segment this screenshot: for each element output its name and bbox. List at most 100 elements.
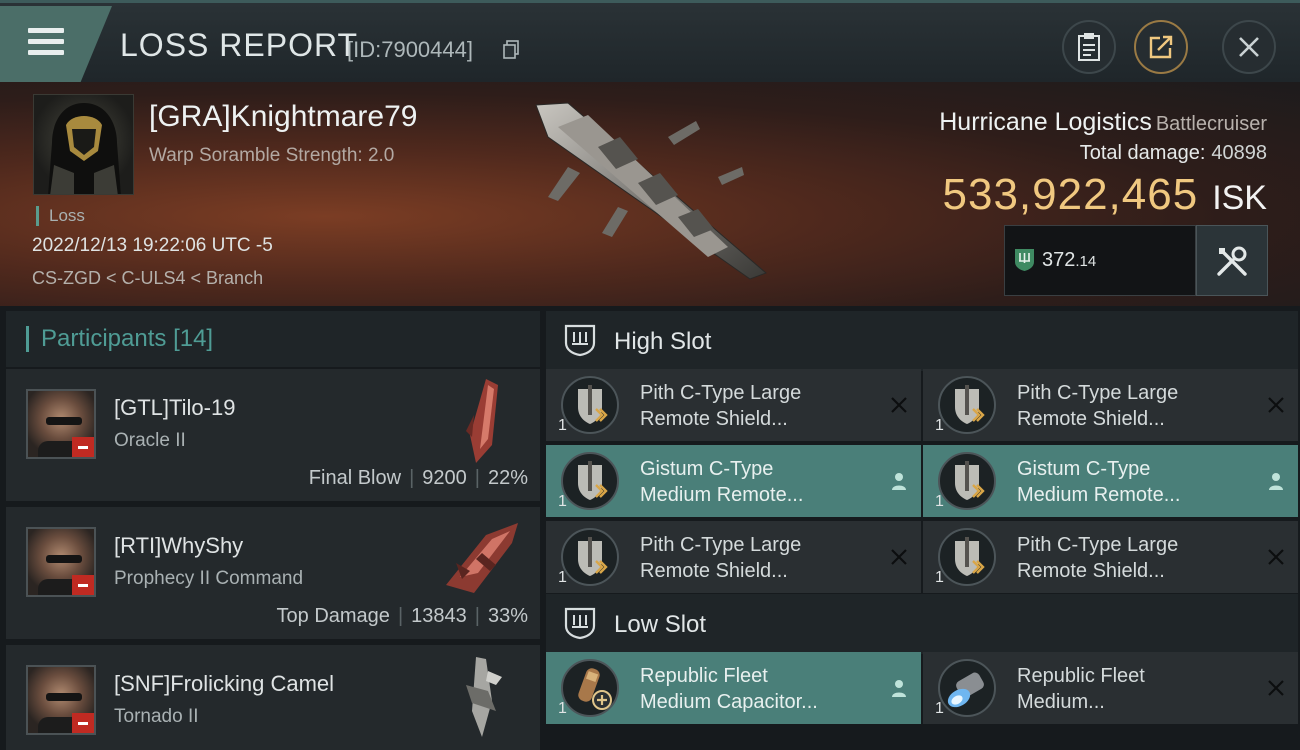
participant-portrait	[26, 665, 96, 735]
participant-name: [RTI]WhyShy	[114, 533, 244, 558]
participants-header[interactable]: Participants [14]	[6, 311, 540, 367]
participants-label: Participants	[41, 325, 167, 352]
ship-name: Hurricane Logistics	[939, 108, 1152, 136]
ship-class: Battlecruiser	[1155, 113, 1267, 135]
destroyed-x-icon	[1268, 549, 1284, 565]
share-icon	[1149, 35, 1173, 59]
victim-ship[interactable]: Hurricane Logistics Battlecruiser	[939, 108, 1267, 137]
helmet-portrait-icon	[48, 103, 121, 194]
share-button[interactable]	[1134, 20, 1188, 74]
shield-transfer-module-icon	[561, 376, 619, 434]
isk-value: 533,922,465 ISK	[943, 170, 1268, 220]
module-name-line1: Pith C-Type Large	[640, 534, 802, 556]
participant-ship: Tornado II	[114, 706, 199, 727]
module-item[interactable]: 1 Gistum C-Type Medium Remote...	[923, 445, 1298, 517]
module-qty: 1	[558, 493, 567, 510]
participant-name: [SNF]Frolicking Camel	[114, 671, 335, 696]
minus-icon	[72, 575, 94, 595]
total-damage-label: Total damage:	[1079, 142, 1206, 164]
destroyed-x-icon	[891, 397, 907, 413]
victim-portrait	[33, 94, 134, 195]
module-item[interactable]: 1 Gistum C-Type Medium Remote...	[546, 445, 921, 517]
loss-datetime: 2022/12/13 19:22:06 UTC -5	[32, 235, 273, 256]
shield-transfer-module-icon	[938, 452, 996, 510]
high-slot-title: High Slot	[614, 328, 712, 355]
module-item[interactable]: 1 Republic Fleet Medium...	[923, 652, 1298, 724]
module-qty: 1	[558, 569, 567, 586]
participant-ship-image	[446, 523, 518, 593]
participant-name: [GTL]Tilo-19	[114, 395, 236, 420]
module-item[interactable]: 1 Pith C-Type Large Remote Shield...	[546, 369, 921, 441]
module-name-line2: Medium Remote...	[640, 484, 804, 506]
participant-stats: Top Damage | 13843 | 33%	[276, 605, 528, 627]
module-qty: 1	[935, 417, 944, 434]
module-name-line2: Remote Shield...	[1017, 560, 1165, 582]
shield-icon	[1015, 249, 1034, 271]
minus-icon	[72, 713, 94, 733]
module-item[interactable]: 1 Pith C-Type Large Remote Shield...	[923, 369, 1298, 441]
module-name-line2: Medium Remote...	[1017, 484, 1181, 506]
high-slot-header: High Slot	[546, 311, 1298, 371]
module-name-line1: Republic Fleet	[1017, 665, 1145, 687]
capacitor-module-icon	[561, 659, 619, 717]
module-name-line1: Gistum C-Type	[1017, 458, 1151, 480]
clipboard-button[interactable]	[1062, 20, 1116, 74]
module-item[interactable]: 1 Pith C-Type Large Remote Shield...	[923, 521, 1298, 593]
participant-ship: Prophecy II Command	[114, 568, 304, 589]
participant-role: Top Damage	[276, 605, 390, 627]
destroyed-x-icon	[1268, 680, 1284, 696]
loss-status-tag: Loss	[36, 206, 85, 226]
shield-value-dec: .14	[1075, 253, 1097, 270]
module-qty: 1	[935, 493, 944, 510]
warp-scramble-strength: Warp Soramble Strength: 2.0	[149, 145, 395, 166]
participant-ship-image	[466, 657, 502, 737]
close-button[interactable]	[1222, 20, 1276, 74]
low-slot-title: Low Slot	[614, 611, 707, 638]
participant-damage: 9200	[422, 467, 467, 489]
shield-value: 372.14	[1042, 249, 1096, 272]
module-qty: 1	[935, 569, 944, 586]
loss-location[interactable]: CS-ZGD < C-ULS4 < Branch	[32, 268, 263, 289]
low-slot-icon	[564, 607, 596, 640]
participant-role: Final Blow	[308, 467, 402, 489]
copy-icon[interactable]	[503, 40, 519, 59]
fitting-button[interactable]	[1196, 225, 1268, 296]
person-icon	[1269, 473, 1283, 490]
module-qty: 1	[558, 417, 567, 434]
participant-card[interactable]: [RTI]WhyShy Prophecy II Command Top Dama…	[6, 507, 540, 639]
shield-value-int: 372	[1042, 249, 1076, 271]
person-icon	[892, 680, 906, 697]
shield-transfer-module-icon	[938, 528, 996, 586]
module-item[interactable]: 1 Republic Fleet Medium Capacitor...	[546, 652, 921, 724]
participant-card[interactable]: [GTL]Tilo-19 Oracle II Final Blow | 9200 | 2…	[6, 369, 540, 501]
participant-portrait	[26, 389, 96, 459]
title-bar: LOSS REPORT [ID:7900444]	[0, 0, 1300, 82]
module-name-line2: Remote Shield...	[1017, 408, 1165, 430]
participant-ship: Oracle II	[114, 430, 186, 451]
page-title: LOSS REPORT	[120, 27, 359, 63]
shield-stat-box: 372.14	[1004, 225, 1196, 296]
module-name-line2: Remote Shield...	[640, 560, 788, 582]
participant-stats: Final Blow | 9200 | 22%	[308, 467, 528, 489]
module-name-line1: Pith C-Type Large	[640, 382, 802, 404]
clipboard-icon	[1078, 33, 1100, 61]
destroyed-x-icon	[891, 549, 907, 565]
participant-portrait	[26, 527, 96, 597]
module-name-line2: Remote Shield...	[640, 408, 788, 430]
menu-button[interactable]	[0, 6, 112, 82]
participants-count: [14]	[173, 325, 214, 352]
report-id: [ID:7900444]	[347, 37, 473, 62]
module-item[interactable]: 1 Pith C-Type Large Remote Shield...	[546, 521, 921, 593]
shield-transfer-module-icon	[561, 452, 619, 510]
close-icon	[1239, 37, 1259, 57]
low-slot-header: Low Slot	[546, 594, 1298, 654]
participant-card[interactable]: [SNF]Frolicking Camel Tornado II	[6, 645, 540, 750]
shield-transfer-module-icon	[561, 528, 619, 586]
high-slot-icon	[564, 324, 596, 357]
victim-name[interactable]: [GRA]Knightmare79	[149, 100, 417, 134]
participant-damage: 13843	[411, 605, 467, 627]
module-qty: 1	[558, 700, 567, 717]
shield-transfer-module-icon	[938, 376, 996, 434]
total-damage-value: 40898	[1211, 142, 1267, 164]
module-name-line1: Republic Fleet	[640, 665, 768, 687]
